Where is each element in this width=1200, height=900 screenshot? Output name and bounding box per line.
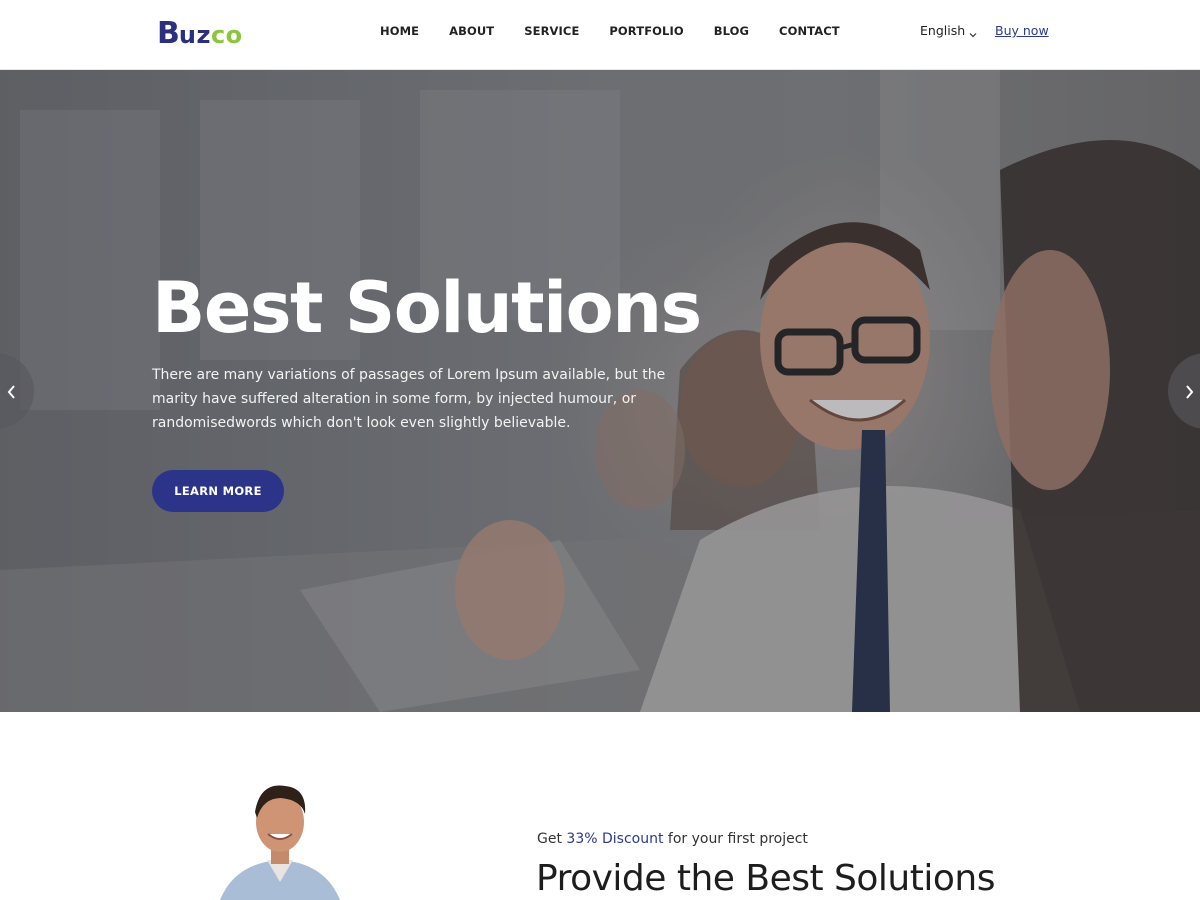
brand-logo[interactable]: B uzco (157, 14, 243, 50)
nav-blog[interactable]: BLOG (714, 24, 749, 38)
logo-letter-b: B (157, 16, 180, 51)
nav-portfolio[interactable]: PORTFOLIO (609, 24, 683, 38)
hero-slider: Best Solutions There are many variations… (0, 70, 1200, 712)
discount-text: Get 33% Discount for your first project (537, 831, 808, 847)
hero-title: Best Solutions (152, 267, 702, 349)
nav-home[interactable]: HOME (380, 24, 419, 38)
main-nav: HOME ABOUT SERVICE PORTFOLIO BLOG CONTAC… (380, 0, 870, 62)
nav-contact[interactable]: CONTACT (779, 24, 840, 38)
learn-more-button[interactable]: LEARN MORE (152, 470, 284, 512)
site-header: B uzco HOME ABOUT SERVICE PORTFOLIO BLOG… (0, 0, 1200, 70)
chevron-left-icon (7, 385, 15, 399)
nav-service[interactable]: SERVICE (524, 24, 579, 38)
nav-about[interactable]: ABOUT (449, 24, 494, 38)
logo-letters-uz: uz (178, 21, 211, 49)
hero-description: There are many variations of passages of… (152, 367, 666, 431)
discount-highlight: 33% Discount (566, 831, 664, 847)
consultant-portrait (215, 778, 345, 900)
chevron-down-icon (969, 27, 977, 37)
section-heading: Provide the Best Solutions (536, 858, 995, 899)
logo-letters-co: co (210, 21, 243, 49)
language-label: English (920, 23, 966, 38)
buy-now-link[interactable]: Buy now (995, 23, 1049, 38)
chevron-right-icon (1186, 385, 1194, 399)
language-selector[interactable]: English (920, 23, 977, 38)
